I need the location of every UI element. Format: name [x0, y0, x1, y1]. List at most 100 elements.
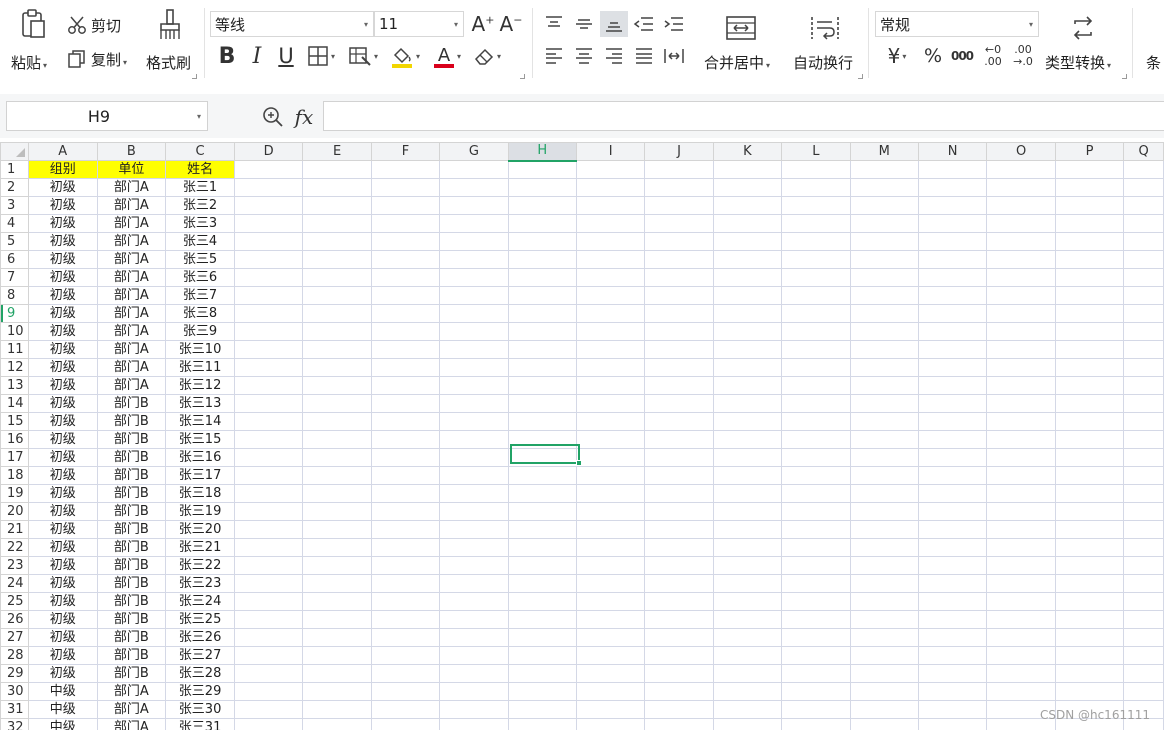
cell-j21[interactable] [644, 520, 714, 539]
cell-b7[interactable]: 部门A [96, 268, 167, 287]
cell-j26[interactable] [644, 610, 714, 629]
cell-h6[interactable] [507, 250, 578, 269]
cell-n30[interactable] [917, 682, 988, 701]
cell-o27[interactable] [986, 628, 1056, 647]
cell-d8[interactable] [233, 286, 304, 305]
cell-g22[interactable] [439, 538, 509, 557]
cell-l3[interactable] [781, 196, 851, 215]
cell-b30[interactable]: 部门A [96, 682, 167, 701]
cell-c14[interactable]: 张三13 [165, 394, 235, 413]
cell-g5[interactable] [439, 232, 509, 251]
cell-g8[interactable] [439, 286, 509, 305]
cell-i27[interactable] [575, 628, 646, 647]
cell-a22[interactable]: 初级 [27, 538, 98, 557]
cell-j14[interactable] [644, 394, 714, 413]
cell-n26[interactable] [917, 610, 988, 629]
cell-a25[interactable]: 初级 [27, 592, 98, 611]
cell-e10[interactable] [302, 322, 372, 341]
formula-input[interactable] [323, 101, 1164, 131]
cell-g11[interactable] [439, 340, 509, 359]
cell-e9[interactable] [302, 304, 372, 323]
cell-i13[interactable] [575, 376, 646, 395]
cell-b3[interactable]: 部门A [96, 196, 167, 215]
cell-b29[interactable]: 部门B [96, 664, 167, 683]
cell-n17[interactable] [917, 448, 988, 467]
cell-a5[interactable]: 初级 [27, 232, 98, 251]
cell-k12[interactable] [712, 358, 783, 377]
cell-h12[interactable] [507, 358, 578, 377]
row-header[interactable]: 32 [0, 718, 29, 730]
cell-p27[interactable] [1054, 628, 1125, 647]
cell-n31[interactable] [917, 700, 988, 719]
cell-g9[interactable] [439, 304, 509, 323]
cell-n23[interactable] [917, 556, 988, 575]
cell-p4[interactable] [1054, 214, 1125, 233]
cell-d29[interactable] [233, 664, 304, 683]
cell-q25[interactable] [1123, 592, 1164, 611]
cell-p8[interactable] [1054, 286, 1125, 305]
cell-l13[interactable] [781, 376, 851, 395]
cell-e13[interactable] [302, 376, 372, 395]
cell-q20[interactable] [1123, 502, 1164, 521]
cell-b14[interactable]: 部门B [96, 394, 167, 413]
cell-q21[interactable] [1123, 520, 1164, 539]
column-header-m[interactable]: M [849, 142, 919, 161]
cell-e31[interactable] [302, 700, 372, 719]
cell-o20[interactable] [986, 502, 1056, 521]
cell-a13[interactable]: 初级 [27, 376, 98, 395]
cell-c19[interactable]: 张三18 [165, 484, 235, 503]
cell-h1[interactable] [507, 160, 578, 179]
cell-d9[interactable] [233, 304, 304, 323]
cell-k10[interactable] [712, 322, 783, 341]
cell-q22[interactable] [1123, 538, 1164, 557]
cell-j5[interactable] [644, 232, 714, 251]
cell-k14[interactable] [712, 394, 783, 413]
cell-p15[interactable] [1054, 412, 1125, 431]
column-header-g[interactable]: G [439, 142, 509, 161]
cell-d25[interactable] [233, 592, 304, 611]
cell-m3[interactable] [849, 196, 919, 215]
cell-e8[interactable] [302, 286, 372, 305]
cell-a11[interactable]: 初级 [27, 340, 98, 359]
cell-f18[interactable] [370, 466, 441, 485]
cell-m5[interactable] [849, 232, 919, 251]
cell-i1[interactable] [575, 160, 646, 179]
cell-e25[interactable] [302, 592, 372, 611]
cell-p29[interactable] [1054, 664, 1125, 683]
cell-c12[interactable]: 张三11 [165, 358, 235, 377]
cell-a10[interactable]: 初级 [27, 322, 98, 341]
cell-d28[interactable] [233, 646, 304, 665]
cell-k29[interactable] [712, 664, 783, 683]
cell-d2[interactable] [233, 178, 304, 197]
cell-e19[interactable] [302, 484, 372, 503]
column-header-l[interactable]: L [781, 142, 851, 161]
cell-q29[interactable] [1123, 664, 1164, 683]
cell-j20[interactable] [644, 502, 714, 521]
cell-o7[interactable] [986, 268, 1056, 287]
cell-c9[interactable]: 张三8 [165, 304, 235, 323]
zoom-formula-button[interactable] [260, 104, 286, 130]
cell-b20[interactable]: 部门B [96, 502, 167, 521]
cell-b2[interactable]: 部门A [96, 178, 167, 197]
cell-p24[interactable] [1054, 574, 1125, 593]
cell-h31[interactable] [507, 700, 578, 719]
cell-d4[interactable] [233, 214, 304, 233]
cell-d13[interactable] [233, 376, 304, 395]
cell-i11[interactable] [575, 340, 646, 359]
clear-format-button[interactable]: ▾ [468, 42, 506, 70]
cell-l9[interactable] [781, 304, 851, 323]
cell-k9[interactable] [712, 304, 783, 323]
cell-j2[interactable] [644, 178, 714, 197]
cell-q2[interactable] [1123, 178, 1164, 197]
cell-c20[interactable]: 张三19 [165, 502, 235, 521]
cell-o3[interactable] [986, 196, 1056, 215]
row-header[interactable]: 31 [0, 700, 29, 719]
cell-m14[interactable] [849, 394, 919, 413]
cell-d7[interactable] [233, 268, 304, 287]
cell-h20[interactable] [507, 502, 578, 521]
row-header[interactable]: 14 [0, 394, 29, 413]
cell-j17[interactable] [644, 448, 714, 467]
cell-i16[interactable] [575, 430, 646, 449]
cell-c3[interactable]: 张三2 [165, 196, 235, 215]
cell-m21[interactable] [849, 520, 919, 539]
